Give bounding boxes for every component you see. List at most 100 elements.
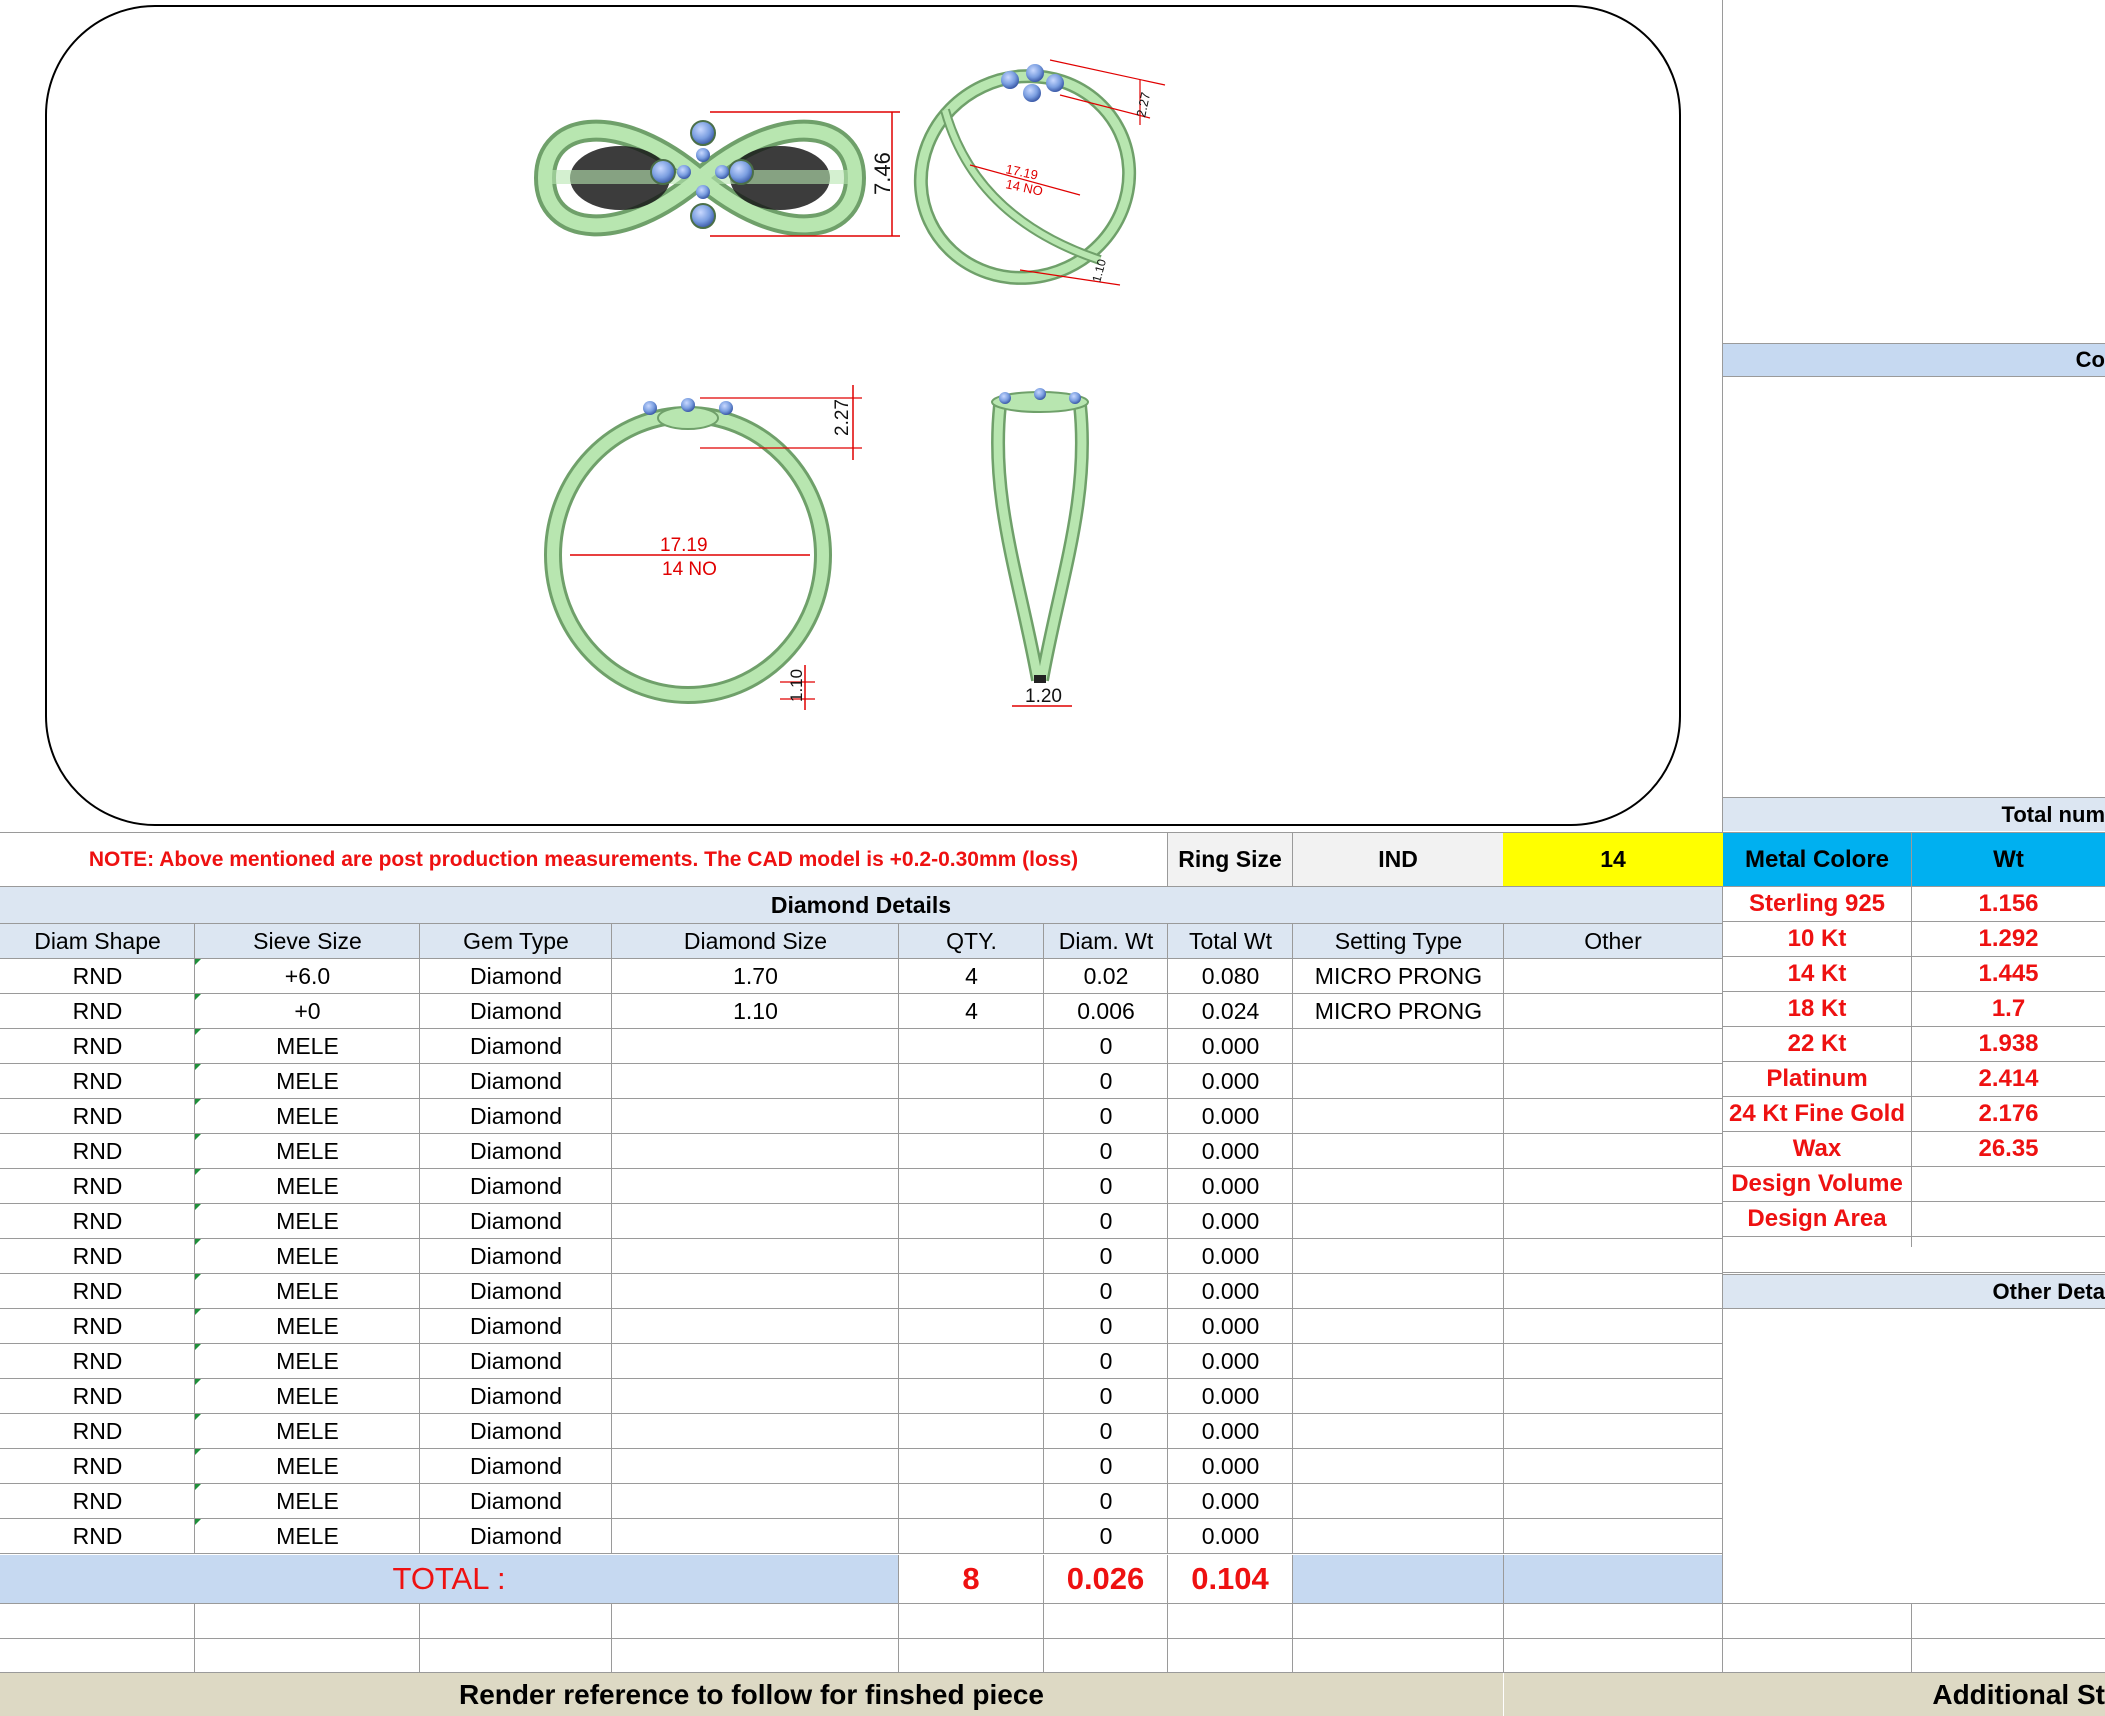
metal-name: Design Volume — [1731, 1170, 1903, 1197]
metal-name: 10 Kt — [1787, 925, 1847, 952]
diamond-cell — [899, 1099, 1044, 1133]
cell-marker — [195, 1484, 201, 1490]
diamond-cell: Diamond — [469, 1242, 563, 1269]
ring-size-standard: IND — [1293, 833, 1503, 886]
diamond-cell: 0 — [1099, 1382, 1113, 1409]
metal-color-header: Metal Colore — [1723, 833, 1911, 886]
diamond-cell: MELE — [276, 1417, 339, 1444]
cell-marker — [195, 1204, 201, 1210]
diamond-cell: RND — [72, 1207, 123, 1234]
diamond-cell: Diamond — [469, 1312, 563, 1339]
ring-size-label: Ring Size — [1168, 833, 1292, 886]
diamond-cell: 0 — [1099, 1347, 1113, 1374]
cell-marker — [195, 994, 201, 1000]
diamond-cell: 0.000 — [1201, 1277, 1260, 1304]
diamond-cell: 4 — [965, 997, 978, 1024]
diamond-cell — [612, 1169, 899, 1203]
diamond-cell — [1293, 1099, 1504, 1133]
diamond-cell — [1504, 959, 1722, 993]
diamond-cell: 0.000 — [1201, 1312, 1260, 1339]
diamond-cell: Diamond — [469, 1067, 563, 1094]
diamond-cell: Diamond — [469, 1207, 563, 1234]
diamond-cell: 0.000 — [1201, 1452, 1260, 1479]
diamond-cell — [1504, 1239, 1722, 1273]
diamond-cell: 0 — [1099, 1137, 1113, 1164]
cell-marker — [195, 1029, 201, 1035]
col-header-2: Gem Type — [420, 924, 612, 958]
diamond-cell: 1.10 — [733, 997, 778, 1024]
diamond-cell — [1293, 1309, 1504, 1343]
metal-name: 22 Kt — [1787, 1030, 1847, 1057]
total-total-wt: 0.104 — [1168, 1555, 1292, 1603]
front-no-dim: 14 NO — [662, 559, 717, 580]
col-header-5: Diam. Wt — [1044, 924, 1168, 958]
top-height-dim: 7.46 — [870, 152, 895, 195]
diamond-cell: Diamond — [469, 1277, 563, 1304]
col-header-7: Setting Type — [1293, 924, 1504, 958]
diamond-cell — [1504, 1519, 1722, 1553]
metal-wt-header: Wt — [1912, 833, 2105, 886]
diamond-cell: 0.080 — [1201, 962, 1260, 989]
diamond-cell: 0.000 — [1201, 1207, 1260, 1234]
diamond-cell: 0 — [1099, 1487, 1113, 1514]
metal-weight: 1.445 — [1978, 960, 2039, 987]
diamond-cell — [1293, 1239, 1504, 1273]
diamond-cell — [1504, 1344, 1722, 1378]
cell-marker — [195, 1064, 201, 1070]
diamond-cell — [1293, 1414, 1504, 1448]
diamond-cell: 0 — [1099, 1242, 1113, 1269]
diamond-cell: 0 — [1099, 1207, 1113, 1234]
diamond-cell: 0.000 — [1201, 1487, 1260, 1514]
diamond-cell: 0.000 — [1201, 1102, 1260, 1129]
diamond-cell: 0.000 — [1201, 1382, 1260, 1409]
diamond-cell: MICRO PRONG — [1314, 962, 1483, 989]
diamond-cell: Diamond — [469, 1522, 563, 1549]
diamond-cell — [1293, 1064, 1504, 1098]
front-height-dim: 2.27 — [832, 399, 853, 436]
diamond-cell: Diamond — [469, 1452, 563, 1479]
diamond-cell: +6.0 — [284, 962, 331, 989]
diamond-cell: MELE — [276, 1347, 339, 1374]
diamond-cell — [899, 1309, 1044, 1343]
diamond-cell — [1504, 1449, 1722, 1483]
metal-name: Design Area — [1747, 1205, 1887, 1232]
diamond-cell: 0.000 — [1201, 1242, 1260, 1269]
cell-marker — [195, 1379, 201, 1385]
diamond-cell — [1293, 1484, 1504, 1518]
col-header-8: Other — [1504, 924, 1722, 958]
diamond-cell — [612, 1134, 899, 1168]
ring-side-view: 1.20 — [991, 388, 1089, 707]
col-header-0: Diam Shape — [0, 924, 195, 958]
diamond-cell — [1293, 1274, 1504, 1308]
diamond-cell — [899, 1064, 1044, 1098]
diamond-cell: 0.000 — [1201, 1032, 1260, 1059]
diamond-cell: MELE — [276, 1067, 339, 1094]
diamond-cell: Diamond — [469, 1347, 563, 1374]
diamond-cell — [1504, 1204, 1722, 1238]
diamond-cell: 0.000 — [1201, 1347, 1260, 1374]
diamond-cell — [612, 1484, 899, 1518]
diamond-cell — [1293, 1519, 1504, 1553]
diamond-cell — [899, 1484, 1044, 1518]
metal-weight — [1912, 1202, 2105, 1236]
diamond-cell: MELE — [276, 1242, 339, 1269]
front-thickness-dim: 1.10 — [787, 669, 806, 702]
diamond-cell — [1504, 1134, 1722, 1168]
diamond-cell: 0 — [1099, 1172, 1113, 1199]
diamond-cell — [1293, 1134, 1504, 1168]
diamond-cell: 0 — [1099, 1032, 1113, 1059]
diamond-cell — [899, 1169, 1044, 1203]
col-header-1: Sieve Size — [195, 924, 420, 958]
diamond-cell: Diamond — [469, 1417, 563, 1444]
diamond-cell — [1504, 1099, 1722, 1133]
diamond-cell — [612, 1239, 899, 1273]
diamond-cell: 0.000 — [1201, 1137, 1260, 1164]
metal-name: 24 Kt Fine Gold — [1728, 1100, 1905, 1127]
diamond-details-title: Diamond Details — [0, 887, 1722, 923]
diamond-cell — [1504, 994, 1722, 1028]
diamond-cell — [1504, 1414, 1722, 1448]
metal-name: Wax — [1792, 1135, 1842, 1162]
diamond-cell — [899, 1029, 1044, 1063]
cell-marker — [195, 1309, 201, 1315]
diamond-cell: RND — [72, 1452, 123, 1479]
